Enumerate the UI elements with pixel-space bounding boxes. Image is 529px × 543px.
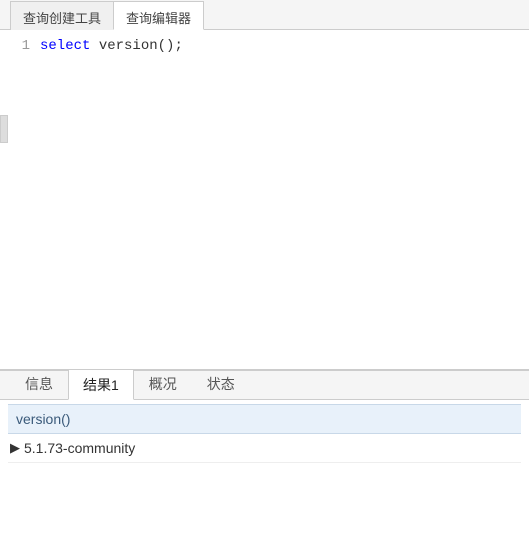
column-header[interactable]: version() — [8, 405, 78, 433]
sql-keyword: select — [40, 38, 90, 54]
tab-status[interactable]: 状态 — [192, 368, 250, 399]
sql-paren-open: ( — [158, 38, 166, 54]
result-tabs: 信息 结果1 概况 状态 — [0, 370, 529, 400]
sql-editor[interactable]: 1 select version(); — [0, 30, 529, 370]
result-header-row: version() — [8, 404, 521, 434]
tab-query-builder[interactable]: 查询创建工具 — [10, 1, 114, 30]
code-content[interactable]: select version(); — [40, 30, 529, 369]
tab-profile[interactable]: 概况 — [134, 368, 192, 399]
line-gutter: 1 — [0, 30, 40, 369]
line-number: 1 — [0, 38, 30, 54]
left-panel-stub — [0, 115, 8, 143]
table-row[interactable]: ▶ 5.1.73-community — [8, 434, 521, 463]
sql-semicolon: ; — [174, 38, 182, 54]
current-row-indicator-icon: ▶ — [8, 434, 22, 462]
result-grid: version() ▶ 5.1.73-community — [0, 404, 529, 463]
sql-function: version — [99, 38, 158, 54]
cell-value[interactable]: 5.1.73-community — [22, 434, 137, 462]
tab-result1[interactable]: 结果1 — [68, 369, 134, 400]
query-tabs: 查询创建工具 查询编辑器 — [0, 0, 529, 30]
tab-query-editor[interactable]: 查询编辑器 — [113, 1, 204, 30]
tab-info[interactable]: 信息 — [10, 368, 68, 399]
